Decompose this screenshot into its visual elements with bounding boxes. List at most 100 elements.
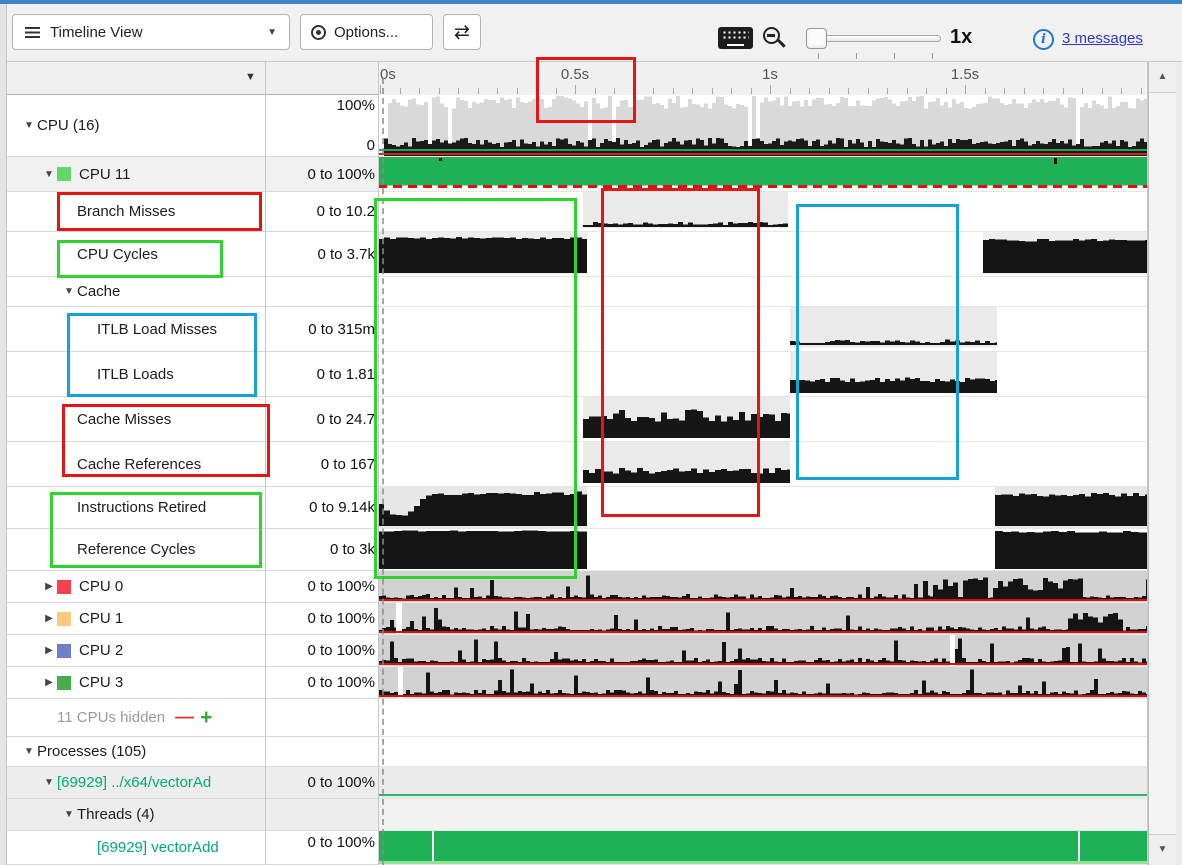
row-chart-cpu-11[interactable]: [378, 157, 1147, 192]
row-label-cell-itlb-loads[interactable]: ITLB Loads: [7, 352, 265, 397]
collapse-icon[interactable]: ▼: [41, 777, 57, 788]
right-edge-strip: [1176, 62, 1182, 865]
row-label-cell-cache-references[interactable]: Cache References: [7, 442, 265, 487]
keyboard-keys: [722, 30, 749, 40]
row-range-cell-process-69929: 0 to 100%: [265, 767, 378, 799]
options-button[interactable]: Options...: [300, 14, 433, 50]
row-chart-cpus-hidden[interactable]: [378, 699, 1147, 737]
axis-tick: [946, 88, 947, 94]
add-cpu-button[interactable]: +: [200, 706, 212, 730]
row-label: 11 CPUs hidden: [57, 709, 165, 726]
row-chart-cpu-cycles[interactable]: [378, 232, 1147, 277]
row-label-cell-cpu-2[interactable]: ▶CPU 2: [7, 635, 265, 667]
row-label-cell-cpu-3[interactable]: ▶CPU 3: [7, 667, 265, 699]
row-label-cell-instructions-retired[interactable]: Instructions Retired: [7, 487, 265, 529]
row-label-cell-cache-misses[interactable]: Cache Misses: [7, 397, 265, 442]
row-label-cell-process-69929[interactable]: ▼[69929] ../x64/vectorAd: [7, 767, 265, 799]
remove-cpu-button[interactable]: —: [175, 707, 194, 729]
keyboard-shortcuts-icon[interactable]: [718, 27, 753, 49]
collapse-icon[interactable]: ▼: [41, 169, 57, 180]
row-label-cell-itlb-load-misses[interactable]: ITLB Load Misses: [7, 307, 265, 352]
messages-link[interactable]: 3 messages: [1062, 30, 1143, 47]
timeline-view-window: Timeline View ▼ Options... ⇄ 1x i 3 mess…: [0, 0, 1182, 865]
row-range-value: 0 to 100%: [307, 642, 375, 659]
axis-tick: [595, 88, 596, 94]
expand-icon[interactable]: ▶: [41, 645, 57, 656]
zoom-out-icon[interactable]: [763, 27, 780, 44]
collapse-icon[interactable]: ▼: [21, 120, 37, 131]
column-divider[interactable]: [265, 62, 266, 865]
row-range-value: 0 to 3k: [330, 541, 375, 558]
expand-icon[interactable]: ▶: [41, 677, 57, 688]
row-label-cell-cpu-16[interactable]: ▼CPU (16): [7, 95, 265, 157]
time-axis[interactable]: 0s0.5s1s1.5s: [378, 62, 1147, 95]
collapse-icon[interactable]: ▼: [61, 809, 77, 820]
magnifier-handle: [777, 39, 785, 47]
timeline-row-cpu-1: ▶CPU 10 to 100%: [7, 603, 1182, 635]
column-divider[interactable]: [378, 62, 379, 865]
row-label-cell-cpu-11[interactable]: ▼CPU 11: [7, 157, 265, 192]
vertical-scrollbar[interactable]: ▲ ▼: [1148, 62, 1176, 865]
row-chart-instructions-retired[interactable]: [378, 487, 1147, 529]
row-range-cell-cache-misses: 0 to 24.7: [265, 397, 378, 442]
axis-tick-label: 0.5s: [561, 66, 589, 83]
row-chart-itlb-loads[interactable]: [378, 352, 1147, 397]
row-label: ITLB Load Misses: [97, 321, 217, 338]
scroll-up-button[interactable]: ▲: [1149, 62, 1176, 93]
timeline-row-cpus-hidden: 11 CPUs hidden — +: [7, 699, 1182, 737]
row-label-cell-cpu-cycles[interactable]: CPU Cycles: [7, 232, 265, 277]
axis-tick: [478, 88, 479, 94]
collapse-icon[interactable]: ▼: [21, 746, 37, 757]
row-range-cell-itlb-load-misses: 0 to 315m: [265, 307, 378, 352]
row-chart-threads[interactable]: [378, 799, 1147, 831]
row-chart-cache-group[interactable]: [378, 277, 1147, 307]
row-chart-cpu-2[interactable]: [378, 635, 1147, 667]
expand-icon[interactable]: ▶: [41, 613, 57, 624]
zoom-slider-track[interactable]: [808, 35, 941, 42]
row-range-value: 0 to 1.81: [317, 366, 375, 383]
row-label-cell-thread-69929[interactable]: [69929] vectorAdd: [7, 831, 265, 865]
row-label-cell-cpu-1[interactable]: ▶CPU 1: [7, 603, 265, 635]
row-label-cell-threads[interactable]: ▼Threads (4): [7, 799, 265, 831]
row-label-cell-branch-misses[interactable]: Branch Misses: [7, 192, 265, 232]
row-range-value: 0 to 3.7k: [317, 246, 375, 263]
row-label-cell-cpus-hidden[interactable]: 11 CPUs hidden — +: [7, 699, 265, 737]
row-chart-cpu-16[interactable]: [378, 95, 1147, 157]
row-chart-cache-references[interactable]: [378, 442, 1147, 487]
expand-icon[interactable]: ▶: [41, 581, 57, 592]
scroll-down-button[interactable]: ▼: [1149, 834, 1176, 865]
row-label-cell-cache-group[interactable]: ▼Cache: [7, 277, 265, 307]
row-chart-cpu-1[interactable]: [378, 603, 1147, 635]
row-label: ITLB Loads: [97, 366, 174, 383]
row-chart-thread-69929[interactable]: [378, 831, 1147, 865]
axis-tick: [575, 85, 576, 94]
axis-tick: [926, 88, 927, 94]
row-range-cell-cpu-16: 100%0: [265, 95, 378, 157]
row-chart-cache-misses[interactable]: [378, 397, 1147, 442]
timeline-row-reference-cycles: Reference Cycles 0 to 3k: [7, 529, 1182, 571]
row-label-cell-reference-cycles[interactable]: Reference Cycles: [7, 529, 265, 571]
zoom-slider-handle[interactable]: [806, 28, 827, 49]
axis-tick: [1141, 88, 1142, 94]
row-chart-itlb-load-misses[interactable]: [378, 307, 1147, 352]
row-range-cell-thread-69929: 0 to 100%: [265, 831, 378, 865]
chevron-down-icon: ▼: [267, 27, 277, 38]
swap-rows-button[interactable]: ⇄: [443, 14, 481, 50]
collapse-icon[interactable]: ▼: [61, 286, 77, 297]
row-label: [69929] vectorAdd: [97, 839, 219, 856]
header-sort-caret-icon[interactable]: ▼: [245, 71, 256, 83]
row-chart-cpu-0[interactable]: [378, 571, 1147, 603]
row-label-cell-cpu-0[interactable]: ▶CPU 0: [7, 571, 265, 603]
row-label-cell-processes[interactable]: ▼Processes (105): [7, 737, 265, 767]
timeline-row-instructions-retired: Instructions Retired0 to 9.14k: [7, 487, 1182, 529]
axis-tick: [380, 85, 381, 94]
row-chart-processes[interactable]: [378, 737, 1147, 767]
row-label: Instructions Retired: [77, 499, 206, 516]
view-selector-dropdown[interactable]: Timeline View ▼: [12, 14, 290, 50]
axis-tick: [887, 88, 888, 94]
row-chart-reference-cycles[interactable]: [378, 529, 1147, 571]
row-chart-cpu-3[interactable]: [378, 667, 1147, 699]
axis-tick: [458, 88, 459, 94]
row-chart-process-69929[interactable]: [378, 767, 1147, 799]
row-chart-branch-misses[interactable]: [378, 192, 1147, 232]
